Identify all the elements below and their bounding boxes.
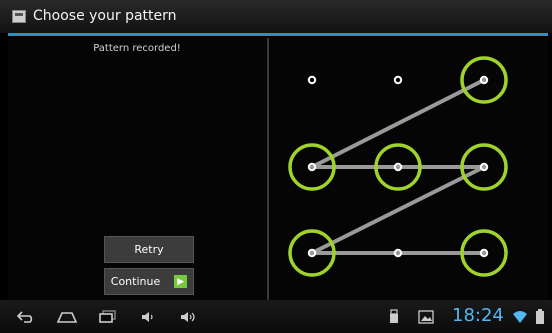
- volume-down-icon[interactable]: [136, 308, 160, 326]
- battery-icon: [528, 308, 552, 326]
- system-navigation-bar: 18:24: [0, 300, 552, 333]
- retry-label: Retry: [134, 243, 164, 256]
- pattern-line-segment: [310, 78, 486, 169]
- instructions-panel: Pattern recorded! Retry Continue ▶: [8, 38, 266, 300]
- pattern-line-segment: [310, 165, 486, 255]
- usb-icon: [382, 308, 406, 326]
- title-divider: [8, 33, 548, 36]
- retry-button[interactable]: Retry: [104, 236, 194, 263]
- pattern-node[interactable]: [393, 75, 403, 85]
- pattern-area[interactable]: [269, 38, 548, 300]
- volume-up-icon[interactable]: [176, 308, 200, 326]
- recent-apps-icon[interactable]: [96, 308, 120, 326]
- app-icon: [12, 10, 26, 23]
- clock: 18:24: [452, 305, 504, 326]
- back-icon[interactable]: [14, 308, 38, 326]
- window-title: Choose your pattern: [33, 8, 177, 24]
- title-bar: Choose your pattern: [0, 0, 552, 33]
- pattern-status-text: Pattern recorded!: [93, 43, 181, 54]
- gallery-icon: [414, 308, 438, 326]
- pattern-grid[interactable]: [269, 38, 548, 300]
- home-icon[interactable]: [55, 308, 79, 326]
- continue-button[interactable]: Continue ▶: [104, 268, 194, 295]
- continue-label: Continue: [110, 275, 161, 288]
- arrow-right-icon: ▶: [174, 275, 188, 288]
- pattern-node[interactable]: [307, 75, 317, 85]
